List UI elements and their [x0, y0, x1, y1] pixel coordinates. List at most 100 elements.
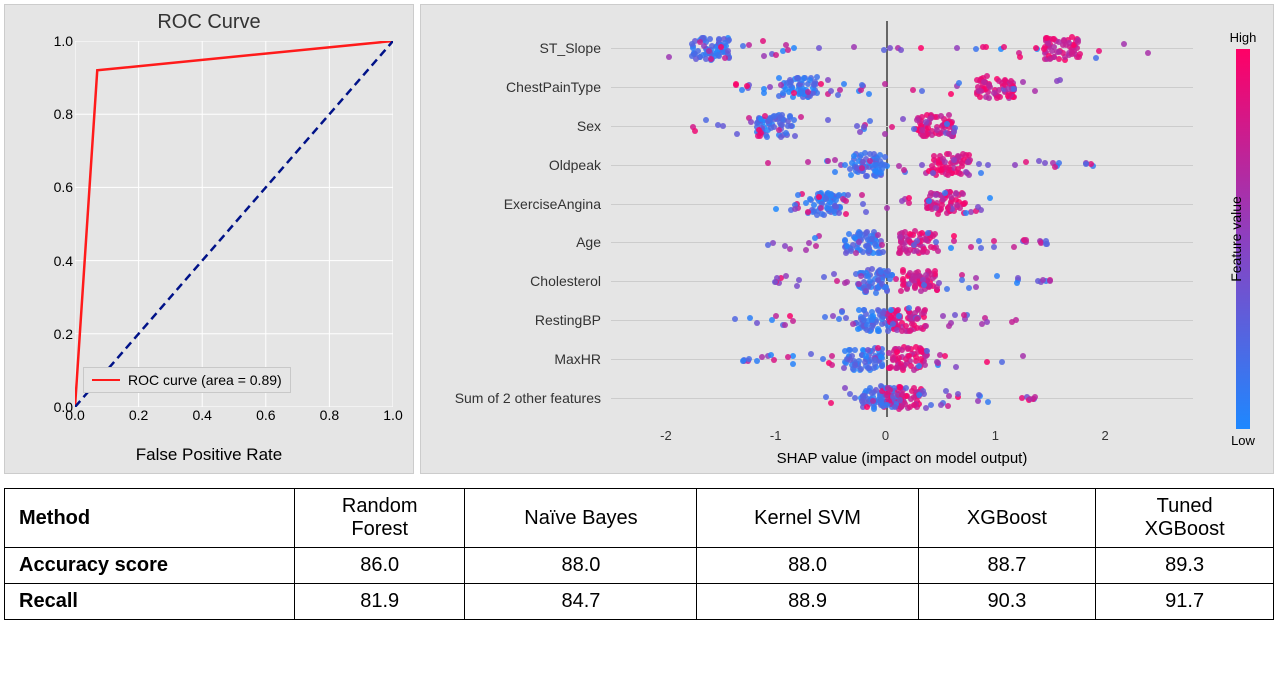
shap-dot	[740, 358, 746, 364]
shap-dot	[842, 162, 848, 168]
shap-dot	[856, 232, 862, 238]
table-row: Recall81.984.788.990.391.7	[5, 584, 1274, 620]
shap-dot	[1023, 159, 1029, 165]
shap-dot	[940, 313, 946, 319]
shap-dot	[934, 127, 940, 133]
shap-dot	[976, 392, 982, 398]
shap-dot	[850, 321, 856, 327]
shap-dot	[863, 209, 869, 215]
shap-dot	[1096, 48, 1102, 54]
shap-dot	[787, 313, 793, 319]
shap-dot	[923, 237, 929, 243]
shap-feature-label: RestingBP	[535, 312, 601, 328]
shap-dot	[926, 198, 932, 204]
shap-dot	[787, 246, 793, 252]
shap-dot	[811, 81, 817, 87]
shap-dot	[922, 362, 928, 368]
shap-dot	[1020, 79, 1026, 85]
roc-xlabel: False Positive Rate	[5, 445, 413, 465]
shap-dot	[824, 205, 830, 211]
shap-dot	[899, 328, 905, 334]
shap-dot	[836, 316, 842, 322]
shap-dot	[932, 268, 938, 274]
shap-dot	[871, 406, 877, 412]
shap-dot	[916, 363, 922, 369]
table-cell: 86.0	[295, 548, 465, 584]
roc-legend-line-icon	[92, 379, 120, 381]
shap-dot	[903, 356, 909, 362]
shap-dot	[861, 317, 867, 323]
shap-dot	[980, 44, 986, 50]
shap-dot	[984, 359, 990, 365]
shap-dot	[878, 170, 884, 176]
shap-dot	[842, 385, 848, 391]
shap-dot	[955, 166, 961, 172]
shap-dot	[832, 157, 838, 163]
shap-dot	[928, 402, 934, 408]
shap-dot	[818, 81, 824, 87]
shap-dot	[794, 283, 800, 289]
roc-grid	[75, 41, 393, 407]
shap-dot	[865, 365, 871, 371]
shap-dot	[818, 205, 824, 211]
shap-feature-label: Sum of 2 other features	[455, 390, 601, 406]
shap-dot	[907, 328, 913, 334]
shap-dot	[869, 236, 875, 242]
shap-dot	[935, 211, 941, 217]
shap-dot	[985, 399, 991, 405]
shap-dot	[768, 352, 774, 358]
shap-dot	[706, 48, 712, 54]
shap-dot	[708, 56, 714, 62]
shap-dot	[973, 284, 979, 290]
shap-dot	[945, 172, 951, 178]
shap-dot	[936, 280, 942, 286]
shap-dot	[744, 83, 750, 89]
roc-xtick-label: 1.0	[383, 407, 402, 423]
shap-dot	[832, 169, 838, 175]
shap-dot	[1017, 54, 1023, 60]
shap-dot	[959, 160, 965, 166]
roc-plot-area: 0.00.20.40.60.81.00.00.20.40.60.81.0	[75, 41, 393, 407]
shap-dot	[829, 353, 835, 359]
shap-dot	[976, 238, 982, 244]
shap-dot	[828, 88, 834, 94]
shap-dot	[767, 116, 773, 122]
shap-dot	[919, 230, 925, 236]
shap-dot	[888, 364, 894, 370]
table-cell: 84.7	[465, 584, 697, 620]
shap-dot	[856, 239, 862, 245]
shap-dot	[870, 398, 876, 404]
shap-dot	[820, 356, 826, 362]
shap-dot	[806, 240, 812, 246]
shap-dot	[836, 210, 842, 216]
shap-dot	[943, 164, 949, 170]
shap-feature-label: ChestPainType	[506, 79, 601, 95]
shap-dot	[761, 90, 767, 96]
shap-dot	[885, 385, 891, 391]
shap-dot	[867, 158, 873, 164]
shap-dot	[1083, 161, 1089, 167]
shap-dot	[1014, 280, 1020, 286]
shap-dot	[944, 121, 950, 127]
shap-feature-label: Cholesterol	[530, 273, 601, 289]
table-row-label: Recall	[5, 584, 295, 620]
table-column-header: TunedXGBoost	[1096, 489, 1274, 548]
shap-dot	[882, 81, 888, 87]
shap-dot	[858, 273, 864, 279]
shap-dot	[884, 402, 890, 408]
shap-dot	[844, 279, 850, 285]
shap-dot	[825, 117, 831, 123]
shap-dot	[935, 248, 941, 254]
shap-dot	[720, 123, 726, 129]
shap-dot	[875, 277, 881, 283]
shap-dot	[977, 94, 983, 100]
shap-dot	[859, 82, 865, 88]
shap-dot	[1041, 46, 1047, 52]
shap-dot	[911, 394, 917, 400]
shap-dot	[948, 91, 954, 97]
shap-dot	[805, 209, 811, 215]
table-cell: 89.3	[1096, 548, 1274, 584]
shap-dot	[994, 95, 1000, 101]
shap-dot	[832, 203, 838, 209]
shap-dot	[899, 198, 905, 204]
